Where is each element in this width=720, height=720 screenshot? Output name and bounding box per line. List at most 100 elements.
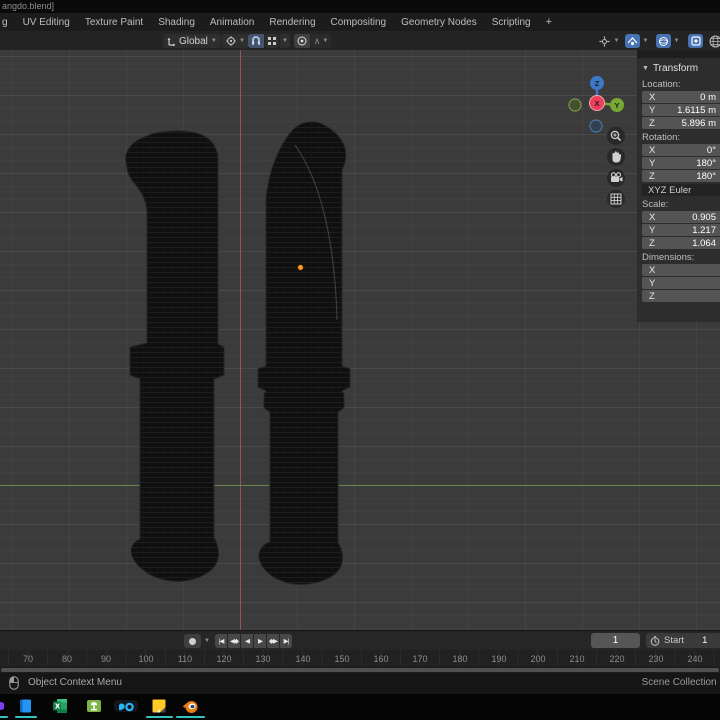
auto-keying-button[interactable] bbox=[184, 634, 201, 648]
tab-uv-editing[interactable]: UV Editing bbox=[23, 17, 70, 28]
wireframe-globe-icon bbox=[709, 35, 720, 47]
tab-animation[interactable]: Animation bbox=[210, 17, 254, 28]
scale-z-field[interactable]: Z 1.064 bbox=[642, 237, 720, 249]
transform-orientation-dropdown[interactable]: Global ▼ bbox=[163, 34, 221, 48]
svg-text:X: X bbox=[594, 99, 599, 108]
proportional-falloff-dropdown[interactable]: ∧ ▼ bbox=[311, 34, 331, 48]
rotation-z-field[interactable]: Z 180° bbox=[642, 170, 720, 182]
purple-app-icon[interactable] bbox=[0, 698, 7, 714]
timeline-ruler[interactable]: 70 80 90 100 110 120 130 140 150 160 170… bbox=[0, 650, 720, 666]
pivot-point-dropdown[interactable]: ▼ bbox=[222, 34, 249, 48]
tab-texture-paint[interactable]: Texture Paint bbox=[85, 17, 143, 28]
transform-panel: ▼ Transform Location: X0 m Y 1.6115 m Z 5.… bbox=[637, 58, 720, 322]
chevron-down-icon: ▼ bbox=[642, 38, 649, 44]
3d-viewport[interactable]: Z Y X bbox=[0, 50, 720, 630]
rotation-label: Rotation: bbox=[642, 132, 681, 143]
jump-to-end-button[interactable]: ▶| bbox=[280, 634, 292, 648]
show-overlays-button[interactable] bbox=[625, 34, 640, 48]
jump-to-start-button[interactable]: |◀ bbox=[215, 634, 227, 648]
taskbar-active-indicator bbox=[0, 716, 8, 718]
dimensions-label: Dimensions: bbox=[642, 252, 695, 263]
overlays-dropdown-caret[interactable]: ▼ bbox=[641, 34, 650, 48]
tab-compositing[interactable]: Compositing bbox=[331, 17, 387, 28]
rotation-mode-dropdown[interactable]: XYZ Euler bbox=[642, 184, 720, 196]
current-frame-field[interactable]: 1 bbox=[591, 633, 640, 648]
shading-square-icon bbox=[690, 36, 701, 46]
tab-rendering[interactable]: Rendering bbox=[269, 17, 315, 28]
location-label: Location: bbox=[642, 79, 681, 90]
xray-sphere-icon bbox=[659, 36, 668, 46]
panel-title: Transform bbox=[652, 63, 699, 74]
taskbar-active-indicator bbox=[146, 716, 173, 718]
transform-panel-header[interactable]: ▼ Transform bbox=[642, 61, 720, 76]
viewport-header: Global ▼ ▼ ▼ ∧ ▼ ▼ ▼ ▼ bbox=[0, 31, 720, 50]
play-button[interactable]: ▶ bbox=[254, 634, 266, 648]
chevron-down-icon: ▼ bbox=[673, 38, 680, 44]
shading-wireframe-button[interactable] bbox=[706, 34, 720, 48]
dimensions-y-field[interactable]: Y bbox=[642, 277, 720, 289]
pivot-point-icon bbox=[226, 36, 236, 46]
scale-y-field[interactable]: Y 1.217 bbox=[642, 224, 720, 236]
tab-geometry-nodes[interactable]: Geometry Nodes bbox=[401, 17, 477, 28]
tab-scripting[interactable]: Scripting bbox=[492, 17, 531, 28]
shading-solid-button[interactable] bbox=[688, 34, 703, 48]
gizmo-icon bbox=[599, 36, 609, 46]
snap-settings-button[interactable] bbox=[265, 34, 279, 48]
handle-object-right bbox=[257, 121, 351, 585]
svg-text:Z: Z bbox=[595, 79, 600, 88]
dimensions-z-field[interactable]: Z bbox=[642, 290, 720, 302]
timeline-scrollbar[interactable] bbox=[1, 667, 719, 672]
location-x-field[interactable]: X0 m bbox=[642, 91, 720, 103]
sticky-notes-icon[interactable] bbox=[151, 698, 167, 714]
chevron-down-icon: ▼ bbox=[210, 38, 217, 44]
dimensions-x-field[interactable]: X bbox=[642, 264, 720, 276]
chevron-down-icon: ▼ bbox=[239, 38, 245, 44]
prev-keyframe-button[interactable]: ◀◆ bbox=[228, 634, 240, 648]
viewport-tools[interactable] bbox=[604, 125, 628, 215]
camera-view-button bbox=[607, 169, 625, 187]
chevron-down-icon: ▼ bbox=[322, 38, 329, 44]
chevron-down-icon: ▼ bbox=[613, 38, 620, 44]
overlays-icon bbox=[627, 36, 638, 45]
tab-partial[interactable]: g bbox=[2, 17, 8, 28]
play-reverse-button[interactable]: ◀ bbox=[241, 634, 253, 648]
scale-x-field[interactable]: X 0.905 bbox=[642, 211, 720, 223]
collapse-arrow-icon: ▼ bbox=[642, 65, 649, 72]
proportional-editing-icon bbox=[297, 36, 307, 46]
chevron-down-icon[interactable]: ▼ bbox=[204, 638, 210, 644]
bo-app-icon[interactable] bbox=[114, 698, 138, 714]
add-workspace-button[interactable]: + bbox=[546, 16, 552, 28]
location-y-field[interactable]: Y 1.6115 m bbox=[642, 104, 720, 116]
active-collection-label: Scene Collection | bbox=[641, 677, 720, 688]
sidebar-region: ▼ Transform Location: X0 m Y 1.6115 m Z 5.… bbox=[637, 50, 720, 322]
taskbar-active-indicator bbox=[176, 716, 205, 718]
mouse-icon bbox=[9, 676, 19, 690]
blue-doc-app-icon[interactable] bbox=[18, 698, 34, 714]
falloff-curve-icon: ∧ bbox=[313, 35, 321, 46]
gizmo-neg-z-axis bbox=[589, 119, 603, 133]
timeline-scroll-region bbox=[0, 666, 720, 673]
blender-icon[interactable] bbox=[181, 698, 199, 714]
snap-increments-icon bbox=[268, 37, 276, 45]
xray-toggle-button[interactable] bbox=[656, 34, 671, 48]
proportional-editing-toggle[interactable] bbox=[294, 34, 310, 48]
tab-shading[interactable]: Shading bbox=[158, 17, 195, 28]
status-hint: Object Context Menu bbox=[28, 677, 122, 688]
orientation-axes-icon bbox=[167, 37, 175, 46]
excel-icon[interactable] bbox=[52, 698, 68, 714]
rotation-x-field[interactable]: X 0° bbox=[642, 144, 720, 156]
window-title: angdo.blend] bbox=[2, 1, 55, 11]
object-origin-dot bbox=[298, 265, 303, 270]
gizmo-dropdown-caret[interactable]: ▼ bbox=[612, 34, 621, 48]
snap-toggle-button[interactable] bbox=[248, 34, 264, 48]
rotation-y-field[interactable]: Y 180° bbox=[642, 157, 720, 169]
next-keyframe-button[interactable]: ◆▶ bbox=[267, 634, 279, 648]
snap-dropdown-caret[interactable]: ▼ bbox=[280, 34, 290, 48]
screen-cast-app-icon[interactable] bbox=[86, 698, 102, 714]
svg-text:Y: Y bbox=[614, 101, 619, 110]
location-z-field[interactable]: Z 5.896 m bbox=[642, 117, 720, 129]
frame-start-field[interactable]: Start 1 bbox=[646, 633, 720, 648]
xray-dropdown-caret[interactable]: ▼ bbox=[672, 34, 681, 48]
show-gizmo-button[interactable] bbox=[597, 34, 611, 48]
playback-controls: |◀ ◀◆ ◀ ▶ ◆▶ ▶| bbox=[215, 634, 292, 648]
